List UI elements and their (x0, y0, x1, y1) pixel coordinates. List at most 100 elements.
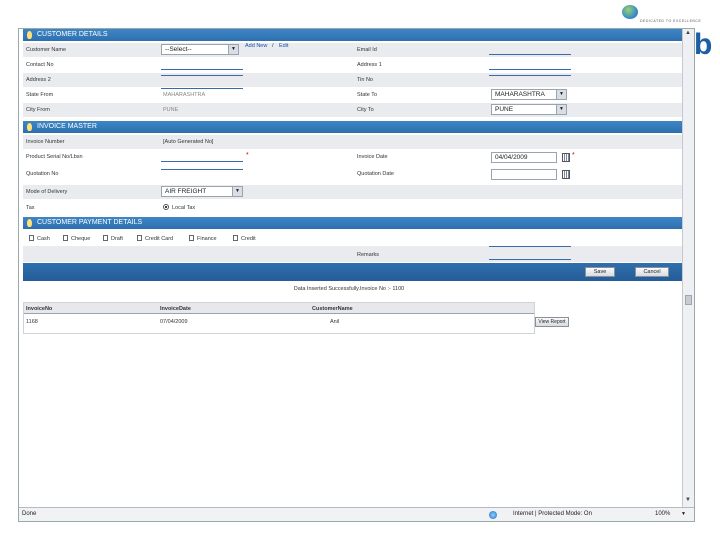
payment-option-label: Credit Card (145, 236, 174, 242)
add-new-link[interactable]: Add New (245, 43, 267, 49)
address1-field[interactable] (489, 69, 571, 70)
address2-field[interactable] (161, 75, 243, 76)
globe-icon (622, 5, 638, 19)
logo-tagline: DEDICATED TO EXCELLENCE (640, 19, 702, 23)
customer-name-label: Customer Name (26, 47, 67, 53)
invoice-date-field[interactable]: 04/04/2009 (491, 152, 557, 163)
state-from-field (161, 88, 243, 89)
grid-header: InvoiceNo InvoiceDate CustomerName (24, 303, 534, 314)
grid-header-cell: InvoiceDate (160, 306, 191, 312)
state-from-label: State From (26, 92, 54, 98)
checkbox-draft[interactable] (103, 235, 108, 241)
checkbox-credit[interactable] (233, 235, 238, 241)
grid-cell: Anil (330, 319, 340, 325)
email-field[interactable] (489, 54, 571, 55)
payment-option-label: Credit (241, 236, 256, 242)
pin-icon (27, 31, 32, 39)
tax-option-label: Local Tax (172, 205, 196, 211)
checkbox-finance[interactable] (189, 235, 194, 241)
product-serial-field[interactable] (161, 161, 243, 162)
row-tax: Tax Local Tax (23, 201, 683, 215)
calendar-icon[interactable] (562, 153, 570, 162)
section-header-customer: CUSTOMER DETAILS (23, 29, 683, 41)
address1-label: Address 1 (357, 62, 382, 68)
browser-content: CUSTOMER DETAILS Customer Name --Select-… (18, 28, 695, 522)
required-marker: * (572, 152, 575, 159)
tin-label: Tin No (357, 77, 373, 83)
grid-cell: 07/04/2009 (160, 319, 188, 325)
edit-link[interactable]: Edit (279, 43, 288, 49)
row-address2: Address 2 Tin No (23, 73, 683, 87)
section-header-payment: CUSTOMER PAYMENT DETAILS (23, 217, 683, 229)
row-remarks: Remarks (23, 246, 683, 262)
city-from-label: City From (26, 107, 50, 113)
quotation-date-label: Quotation Date (357, 171, 394, 177)
row-contact: Contact No Address 1 (23, 58, 683, 72)
address2-label: Address 2 (26, 77, 51, 83)
row-product: Product Serial No/Lbsn * Invoice Date 04… (23, 150, 683, 164)
row-state: State From MAHARASHTRA State To MAHARASH… (23, 88, 683, 102)
tin-field[interactable] (489, 75, 571, 76)
grid-header-cell: CustomerName (312, 306, 353, 312)
product-serial-label: Product Serial No/Lbsn (26, 154, 83, 160)
payment-option-label: Finance (197, 236, 217, 242)
logo-letter: b (694, 28, 713, 61)
row-invoice-number: Invoice Number [Auto Generated No] (23, 135, 683, 149)
quotation-date-field[interactable] (491, 169, 557, 180)
state-to-select[interactable]: MAHARASHTRA ▼ (491, 89, 567, 100)
delivery-select[interactable]: AIR FREIGHT ▼ (161, 186, 243, 197)
vertical-scrollbar[interactable]: ▲ ▼ (682, 29, 694, 509)
chevron-down-icon[interactable]: ▼ (681, 508, 686, 521)
calendar-icon[interactable] (562, 170, 570, 179)
row-payment-options: Cash Cheque Draft Credit Card Finance Cr… (23, 232, 683, 246)
invoice-date-label: Invoice Date (357, 154, 388, 160)
checkbox-cheque[interactable] (63, 235, 68, 241)
required-marker: * (246, 152, 249, 159)
link-separator: / (272, 43, 274, 49)
view-report-button[interactable]: View Report (535, 317, 569, 327)
scroll-down-icon[interactable]: ▼ (685, 497, 691, 503)
checkbox-cash[interactable] (29, 235, 34, 241)
zoom-level[interactable]: 100% (655, 508, 670, 521)
radio-icon[interactable] (163, 204, 169, 210)
state-from-value: MAHARASHTRA (163, 92, 206, 98)
customer-name-select[interactable]: --Select-- ▼ (161, 44, 239, 55)
scroll-up-icon[interactable]: ▲ (685, 30, 691, 36)
section-header-invoice: INVOICE MASTER (23, 121, 683, 133)
internet-zone-icon (489, 511, 497, 519)
city-to-select[interactable]: PUNE ▼ (491, 104, 567, 115)
pin-icon (27, 123, 32, 131)
row-delivery: Mode of Delivery AIR FREIGHT ▼ (23, 185, 683, 199)
pin-icon (27, 219, 32, 227)
status-bar: Done Internet | Protected Mode: On 100% … (19, 507, 694, 521)
quotation-no-label: Quotation No (26, 171, 59, 177)
payment-option-label: Draft (111, 236, 123, 242)
row-city: City From PUNE City To PUNE ▼ (23, 103, 683, 117)
action-bar: Save Cancel (23, 263, 683, 281)
remarks-field[interactable] (489, 246, 571, 247)
invoice-number-label: Invoice Number (26, 139, 65, 145)
cancel-button[interactable]: Cancel (635, 267, 669, 277)
invoice-grid: InvoiceNo InvoiceDate CustomerName 1168 … (23, 302, 535, 334)
email-label: Email Id (357, 47, 377, 53)
save-button[interactable]: Save (585, 267, 615, 277)
chevron-down-icon: ▼ (228, 45, 238, 54)
chevron-down-icon: ▼ (232, 187, 242, 196)
invoice-number-value: [Auto Generated No] (163, 139, 214, 145)
city-from-value: PUNE (163, 107, 179, 113)
success-message: Data Inserted Successfully.Invoice No :-… (293, 286, 405, 292)
table-row: 1168 07/04/2009 Anil (24, 316, 534, 328)
row-customer-name: Customer Name --Select-- ▼ Add New / Edit… (23, 43, 683, 57)
grid-cell: 1168 (26, 319, 38, 325)
contact-label: Contact No (26, 62, 54, 68)
chevron-down-icon: ▼ (556, 90, 566, 99)
status-text: Done (22, 511, 37, 517)
quotation-no-field[interactable] (161, 169, 243, 170)
row-quotation: Quotation No Quotation Date (23, 167, 683, 181)
payment-option-label: Cash (37, 236, 50, 242)
checkbox-credit-card[interactable] (137, 235, 142, 241)
city-to-label: City To (357, 107, 374, 113)
remarks-label: Remarks (357, 252, 380, 258)
contact-field[interactable] (161, 69, 243, 70)
scrollbar-thumb[interactable] (685, 295, 692, 305)
